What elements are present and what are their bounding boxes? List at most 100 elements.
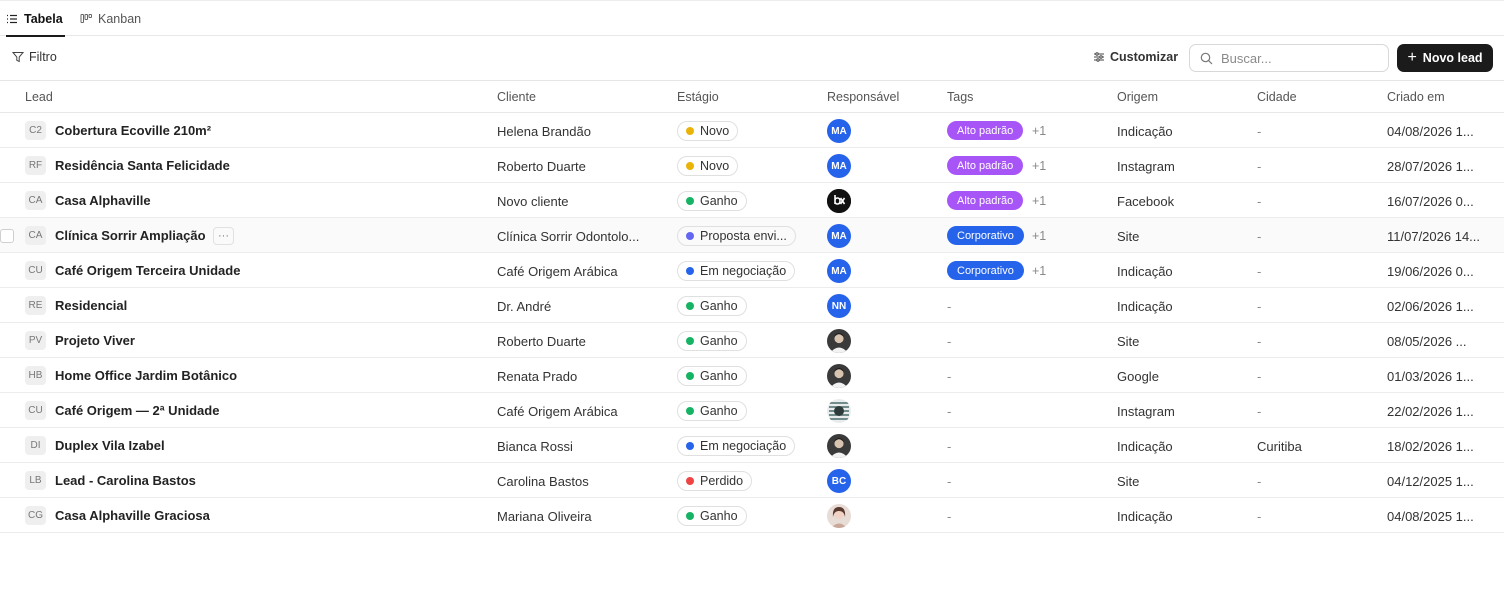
stage-label: Ganho [700, 509, 738, 523]
table-row[interactable]: CU Café Origem — 2ª Unidade Café Origem Ar… [0, 393, 1504, 428]
stage-badge[interactable]: Ganho [677, 191, 747, 211]
stage-label: Novo [700, 159, 730, 173]
lead-name[interactable]: Lead - Carolina Bastos [55, 473, 196, 488]
lead-abbr-badge: CU [25, 401, 46, 420]
tags-empty: - [947, 509, 952, 524]
avatar[interactable]: MA [827, 154, 851, 178]
column-header-origem[interactable]: Origem [1117, 90, 1158, 104]
column-header-criado-em[interactable]: Criado em [1387, 90, 1445, 104]
column-header-tags[interactable]: Tags [947, 90, 973, 104]
table-row[interactable]: RE Residencial Dr. André Ganho NN - Indicação -… [0, 288, 1504, 323]
table-row[interactable]: CA Casa Alphaville Novo cliente Ganho Alto p… [0, 183, 1504, 218]
lead-abbr-badge: CU [25, 261, 46, 280]
lead-abbr-badge: HB [25, 366, 46, 385]
lead-name[interactable]: Clínica Sorrir Ampliação [55, 228, 206, 243]
lead-abbr-badge: CG [25, 506, 46, 525]
column-header-lead[interactable]: Lead [25, 90, 53, 104]
table-row[interactable]: DI Duplex Vila Izabel Bianca Rossi Em negoc… [0, 428, 1504, 463]
avatar[interactable] [827, 434, 851, 458]
client-cell: Bianca Rossi [497, 439, 573, 454]
avatar[interactable] [827, 329, 851, 353]
lead-name[interactable]: Café Origem — 2ª Unidade [55, 403, 219, 418]
avatar[interactable] [827, 364, 851, 388]
table-row[interactable]: CA Clínica Sorrir Ampliação ··· Clínica Sor… [0, 218, 1504, 253]
table-row[interactable]: CU Café Origem Terceira Unidade Café Orige… [0, 253, 1504, 288]
stage-badge[interactable]: Novo [677, 156, 739, 176]
lead-name[interactable]: Home Office Jardim Botânico [55, 368, 237, 383]
avatar[interactable]: NN [827, 294, 851, 318]
table-row[interactable]: CG Casa Alphaville Graciosa Mariana Olivei… [0, 498, 1504, 533]
lead-name[interactable]: Café Origem Terceira Unidade [55, 263, 240, 278]
tag-more-count[interactable]: +1 [1032, 124, 1046, 138]
lead-name[interactable]: Residencial [55, 298, 127, 313]
lead-name[interactable]: Cobertura Ecoville 210m² [55, 123, 211, 138]
city-cell: - [1257, 334, 1262, 349]
origin-cell: Google [1117, 369, 1159, 384]
stage-badge[interactable]: Ganho [677, 401, 747, 421]
tags-empty: - [947, 299, 952, 314]
stage-label: Proposta envi... [700, 229, 787, 243]
stage-badge[interactable]: Novo [677, 121, 739, 141]
lead-name[interactable]: Residência Santa Felicidade [55, 158, 230, 173]
tag-badge[interactable]: Corporativo [947, 226, 1024, 245]
table-row[interactable]: HB Home Office Jardim Botânico Renata Prad… [0, 358, 1504, 393]
stage-badge[interactable]: Perdido [677, 471, 753, 491]
lead-name[interactable]: Casa Alphaville [55, 193, 151, 208]
tag-more-count[interactable]: +1 [1032, 159, 1046, 173]
column-header-estagio[interactable]: Estágio [677, 90, 719, 104]
tag-more-count[interactable]: +1 [1032, 194, 1046, 208]
stage-dot [686, 477, 694, 485]
row-checkbox[interactable] [0, 229, 14, 243]
stage-badge[interactable]: Proposta envi... [677, 226, 796, 246]
table-row[interactable]: RF Residência Santa Felicidade Roberto Dua… [0, 148, 1504, 183]
tag-badge[interactable]: Alto padrão [947, 156, 1024, 175]
client-cell: Roberto Duarte [497, 159, 586, 174]
table-row[interactable]: C2 Cobertura Ecoville 210m² Helena Brandão… [0, 113, 1504, 148]
stage-badge[interactable]: Ganho [677, 296, 747, 316]
tab-tabela[interactable]: Tabela [6, 2, 65, 37]
city-cell: - [1257, 194, 1262, 209]
tag-badge[interactable]: Alto padrão [947, 191, 1024, 210]
filter-button[interactable]: Filtro [12, 50, 57, 64]
stage-badge[interactable]: Ganho [677, 366, 747, 386]
stage-badge[interactable]: Em negociação [677, 261, 796, 281]
avatar[interactable]: MA [827, 224, 851, 248]
tab-kanban[interactable]: Kanban [80, 2, 141, 36]
stage-label: Em negociação [700, 264, 787, 278]
sliders-icon [1094, 52, 1104, 62]
new-lead-button[interactable]: + Novo lead [1397, 44, 1493, 72]
avatar[interactable] [827, 189, 851, 213]
stage-label: Ganho [700, 369, 738, 383]
search-input[interactable] [1221, 50, 1371, 66]
lead-name[interactable]: Projeto Viver [55, 333, 135, 348]
lead-name[interactable]: Casa Alphaville Graciosa [55, 508, 210, 523]
tag-more-count[interactable]: +1 [1032, 229, 1046, 243]
avatar[interactable] [827, 399, 851, 423]
avatar[interactable]: MA [827, 259, 851, 283]
avatar[interactable] [827, 504, 851, 528]
lead-abbr-badge: DI [25, 436, 46, 455]
city-cell: Curitiba [1257, 439, 1302, 454]
stage-badge[interactable]: Em negociação [677, 436, 796, 456]
tag-badge[interactable]: Alto padrão [947, 121, 1024, 140]
avatar[interactable]: MA [827, 119, 851, 143]
lead-name[interactable]: Duplex Vila Izabel [55, 438, 165, 453]
stage-badge[interactable]: Ganho [677, 506, 747, 526]
filter-label: Filtro [29, 50, 57, 64]
row-more-button[interactable]: ··· [213, 227, 234, 245]
created-cell: 16/07/2026 0... [1387, 194, 1474, 209]
table-row[interactable]: PV Projeto Viver Roberto Duarte Ganho - Site -… [0, 323, 1504, 358]
table-row[interactable]: LB Lead - Carolina Bastos Carolina Bastos P… [0, 463, 1504, 498]
stage-dot [686, 127, 694, 135]
tag-more-count[interactable]: +1 [1032, 264, 1046, 278]
column-header-cidade[interactable]: Cidade [1257, 90, 1297, 104]
column-header-cliente[interactable]: Cliente [497, 90, 536, 104]
stage-badge[interactable]: Ganho [677, 331, 747, 351]
customize-button[interactable]: Customizar [1093, 50, 1178, 64]
tag-badge[interactable]: Corporativo [947, 261, 1024, 280]
city-cell: - [1257, 264, 1262, 279]
column-header-responsavel[interactable]: Responsável [827, 90, 899, 104]
avatar[interactable]: BC [827, 469, 851, 493]
created-cell: 18/02/2026 1... [1387, 439, 1474, 454]
client-cell: Carolina Bastos [497, 474, 589, 489]
